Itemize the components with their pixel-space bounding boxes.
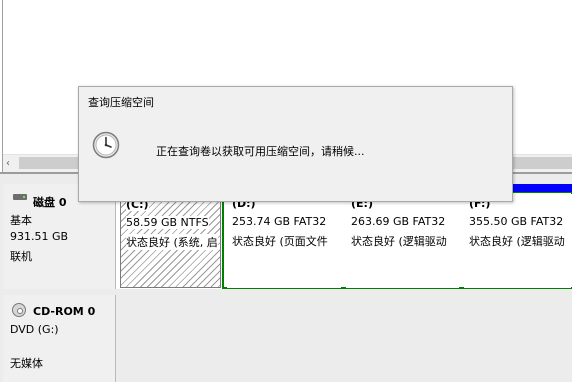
disk-map-pane: 磁盘 0 基本 931.51 GB 联机 (C:) 58.59 GB NTFS … <box>0 172 572 382</box>
partition-size-fs: 263.69 GB FAT32 <box>351 215 446 228</box>
clock-icon <box>92 131 120 159</box>
disk-size: 931.51 GB <box>10 230 69 243</box>
disk-type: 基本 <box>10 214 32 227</box>
dialog-title: 查询压缩空间 <box>88 96 154 109</box>
disk-name: CD-ROM 0 <box>33 305 96 318</box>
pane-edge <box>2 0 3 172</box>
disk-row-cdrom0[interactable]: CD-ROM 0 DVD (G:) 无媒体 <box>3 295 572 382</box>
cdrom-media-area <box>116 295 572 382</box>
partition-status: 状态良好 (逻辑驱动 <box>469 235 565 248</box>
partition-status: 状态良好 (系统, 启 <box>126 234 218 250</box>
hard-disk-icon <box>13 194 27 201</box>
disk-name: 磁盘 0 <box>33 196 67 209</box>
partition-status: 状态良好 (页面文件 <box>232 235 328 248</box>
partition-size-fs: 253.74 GB FAT32 <box>232 215 327 228</box>
disk-type: DVD (G:) <box>10 323 59 336</box>
disk-status: 联机 <box>10 250 32 263</box>
dialog-message: 正在查询卷以获取可用压缩空间，请稍候... <box>156 145 365 158</box>
partition-status: 状态良好 (逻辑驱动 <box>351 235 447 248</box>
dialog-body: 正在查询卷以获取可用压缩空间，请稍候... <box>79 114 512 201</box>
disk-info-cdrom0[interactable]: CD-ROM 0 DVD (G:) 无媒体 <box>3 295 116 382</box>
disk-status: 无媒体 <box>10 357 43 370</box>
cd-rom-icon <box>12 303 26 317</box>
partition-size-fs: 58.59 GB NTFS <box>126 216 209 229</box>
query-shrink-dialog: 查询压缩空间 正在查询卷以获取可用压缩空间，请稍候... <box>78 86 513 202</box>
partition-size-fs: 355.50 GB FAT32 <box>469 215 564 228</box>
scroll-left-arrow-icon[interactable]: ‹ <box>6 156 16 171</box>
